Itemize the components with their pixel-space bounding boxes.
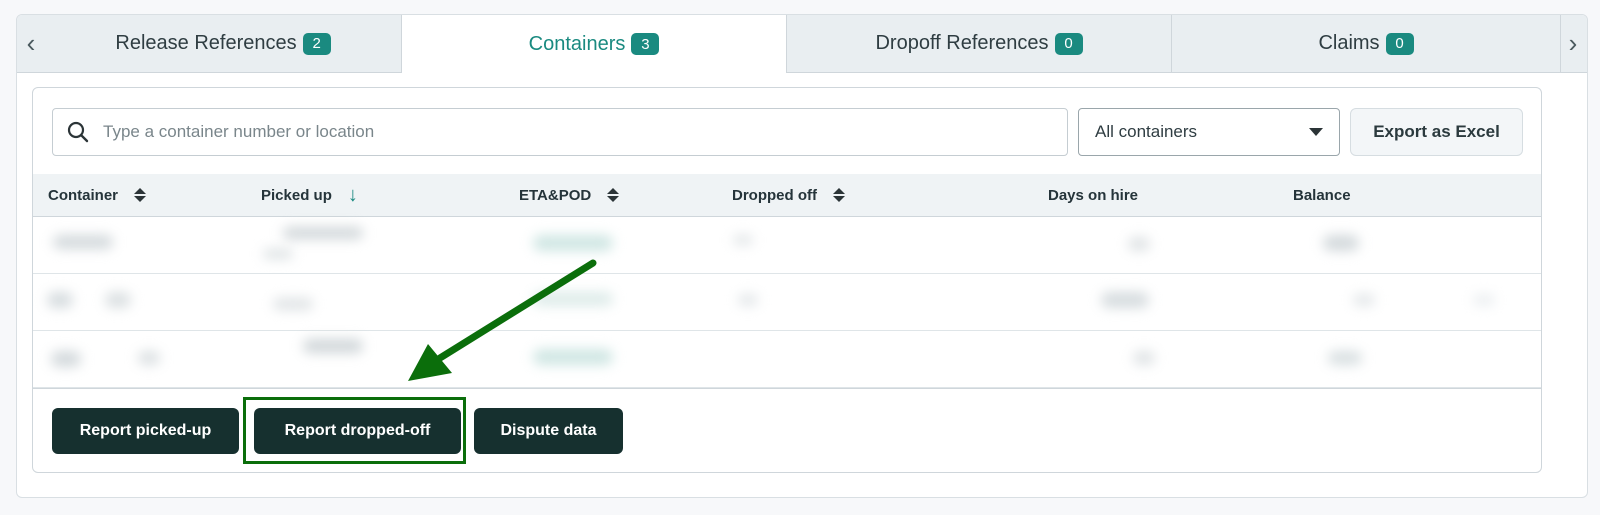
arrow-down-icon[interactable]: ↓ [348,184,358,207]
select-value: All containers [1095,122,1198,141]
tab-dropoff-references[interactable]: Dropoff References 0 [787,15,1172,72]
container-filter-select[interactable]: All containers [1078,108,1340,156]
tab-label: Containers [528,32,626,55]
column-label: Balance [1293,186,1351,204]
tab-label: Claims [1318,32,1380,54]
column-label: Container [48,186,119,204]
column-header-container[interactable]: Container [48,174,147,216]
export-excel-button[interactable]: Export as Excel [1350,108,1523,156]
table-row[interactable] [33,217,1541,274]
count-badge: 0 [1385,32,1414,55]
count-badge: 0 [1054,32,1083,55]
tab-label: Release References [115,32,297,54]
column-header-balance: Balance [1293,174,1351,216]
tab-containers[interactable]: Containers 3 [401,15,787,73]
search-box[interactable] [52,108,1068,156]
dispute-data-button[interactable]: Dispute data [474,408,623,454]
tab-label: Dropoff References [875,32,1049,54]
search-icon [67,121,89,143]
table-header: Container Picked up ↓ ETA&POD Dropped of… [33,174,1541,217]
sort-icon[interactable] [607,188,620,202]
tab-release-references[interactable]: Release References 2 [45,15,402,72]
column-label: Days on hire [1048,186,1139,204]
tab-bar: ‹ Release References 2 Containers 3 Drop… [17,15,1587,73]
table-row[interactable] [33,274,1541,331]
tab-claims[interactable]: Claims 0 [1172,15,1561,72]
column-label: ETA&POD [519,186,592,204]
sort-icon[interactable] [832,188,845,202]
chevron-right-icon[interactable]: › [1559,15,1587,72]
column-header-dropped-off[interactable]: Dropped off [732,174,845,216]
report-picked-up-button[interactable]: Report picked-up [52,408,239,454]
column-label: Picked up [261,186,332,204]
column-header-eta-pod[interactable]: ETA&POD [519,174,620,216]
count-badge: 2 [302,32,331,55]
annotation-highlight-box [243,397,466,464]
sort-icon[interactable] [134,188,147,202]
column-header-days-on-hire: Days on hire [1048,174,1138,216]
table-row[interactable] [33,331,1541,388]
column-header-picked-up[interactable]: Picked up ↓ [261,174,358,216]
column-label: Dropped off [732,186,817,204]
search-input[interactable] [101,121,1005,143]
count-badge: 3 [631,33,660,55]
chevron-left-icon[interactable]: ‹ [17,15,45,72]
caret-down-icon [1309,128,1323,136]
